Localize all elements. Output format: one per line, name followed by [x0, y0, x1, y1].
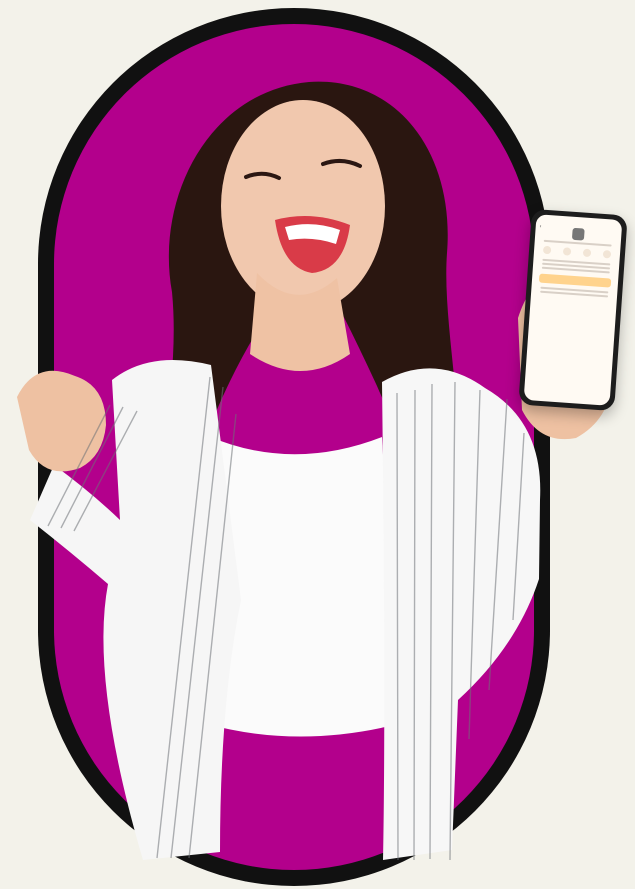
hero-photo-composition: ‹: [0, 0, 635, 889]
avatar: [571, 227, 585, 241]
raised-fist: [17, 370, 106, 472]
phone-icon-row: [537, 245, 617, 259]
face: [221, 100, 385, 312]
email-icon: [562, 247, 572, 256]
chat-icon: [582, 248, 592, 258]
phone-profile-screen: ‹: [523, 214, 623, 406]
striped-blazer-right: [382, 368, 541, 860]
more-icon: [602, 249, 612, 259]
back-arrow-icon: ‹: [539, 223, 542, 230]
phone-status-bar: [536, 214, 622, 226]
call-icon: [542, 245, 552, 255]
phone-cta-card: [538, 273, 612, 288]
smiling-woman-illustration: [17, 81, 612, 861]
smartphone: ‹: [518, 208, 628, 412]
